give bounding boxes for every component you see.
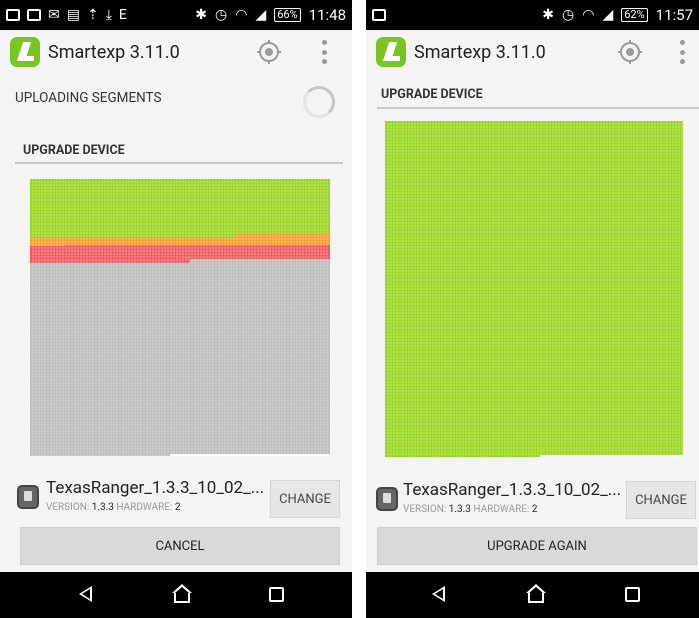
status-bar: ✉ ▤ ⇡ ⤓ E ✱ ◷ ◠ ◢ 66% 11:48 — [0, 0, 352, 30]
recent-apps-icon[interactable] — [269, 587, 284, 602]
section-divider — [377, 107, 699, 109]
home-icon[interactable] — [172, 584, 192, 604]
wifi-icon: ◠ — [235, 7, 248, 23]
system-nav-bar — [0, 572, 352, 618]
wifi-icon: ◠ — [582, 7, 595, 23]
alarm-icon: ◷ — [215, 7, 228, 23]
status-time: 11:48 — [308, 6, 346, 24]
upgrade-again-button[interactable]: UPGRADE AGAIN — [377, 527, 697, 565]
battery-indicator: 62% — [621, 8, 648, 22]
locate-device-icon[interactable] — [257, 40, 281, 64]
version-value: 1.3.3 — [448, 504, 471, 515]
hardware-label: HARDWARE: — [473, 504, 530, 515]
segment-progress-grid — [385, 121, 683, 457]
section-divider — [15, 162, 343, 164]
version-value: 1.3.3 — [91, 502, 114, 513]
alarm-icon: ◷ — [562, 7, 575, 23]
phone-screen-uploading: ✉ ▤ ⇡ ⤓ E ✱ ◷ ◠ ◢ 66% 11:48 Smartexp 3.1… — [0, 0, 352, 618]
back-icon[interactable] — [79, 586, 92, 602]
app-title: Smartexp 3.11.0 — [48, 41, 180, 63]
signal-icon: ◢ — [602, 7, 614, 23]
back-icon[interactable] — [432, 586, 445, 602]
section-title: UPGRADE DEVICE — [381, 87, 483, 102]
bluetooth-icon: ✱ — [542, 7, 554, 23]
document-icon: ▤ — [66, 7, 80, 23]
upload-status-text: UPLOADING SEGMENTS — [15, 90, 162, 106]
signal-icon: ◢ — [255, 7, 267, 23]
segment-progress-grid — [30, 179, 330, 456]
firmware-file-name: TexasRanger_1.3.3_10_02_... — [403, 480, 622, 500]
system-nav-bar — [366, 572, 699, 618]
cancel-button[interactable]: CANCEL — [20, 527, 340, 565]
gallery-icon — [27, 9, 41, 21]
version-label: VERSION: — [46, 502, 90, 513]
recent-apps-icon[interactable] — [625, 587, 640, 602]
download-icon: ⤓ — [105, 7, 112, 23]
home-icon[interactable] — [526, 584, 546, 604]
firmware-file-icon — [376, 487, 398, 511]
bluetooth-icon: ✱ — [195, 7, 207, 23]
app-logo-icon — [376, 37, 406, 67]
firmware-file-icon — [17, 485, 39, 509]
phone-screen-complete: ✱ ◷ ◠ ◢ 62% 11:57 Smartexp 3.11.0 UPGRAD… — [366, 0, 699, 618]
e-icon: E — [118, 7, 127, 23]
hardware-value: 2 — [531, 504, 538, 515]
app-bar: Smartexp 3.11.0 — [366, 30, 699, 74]
overflow-menu-icon[interactable] — [322, 40, 328, 64]
app-bar: Smartexp 3.11.0 — [0, 30, 352, 74]
locate-device-icon[interactable] — [618, 40, 642, 64]
email-icon: ✉ — [48, 7, 60, 23]
section-title: UPGRADE DEVICE — [23, 143, 125, 158]
status-time: 11:57 — [655, 6, 693, 24]
firmware-file-name: TexasRanger_1.3.3_10_02_... — [46, 478, 265, 498]
hardware-label: HARDWARE: — [116, 502, 173, 513]
loading-spinner — [303, 86, 335, 118]
change-firmware-button[interactable]: CHANGE — [270, 480, 340, 518]
notification-icon — [6, 9, 20, 21]
status-bar: ✱ ◷ ◠ ◢ 62% 11:57 — [366, 0, 699, 30]
overflow-menu-icon[interactable] — [680, 40, 686, 64]
upload-icon: ⇡ — [86, 7, 99, 23]
version-label: VERSION: — [403, 504, 447, 515]
app-logo-icon — [10, 37, 40, 67]
firmware-file-meta: VERSION: 1.3.3 HARDWARE: 2 — [403, 504, 537, 515]
battery-indicator: 66% — [274, 8, 301, 22]
firmware-file-meta: VERSION: 1.3.3 HARDWARE: 2 — [46, 502, 180, 513]
change-firmware-button[interactable]: CHANGE — [626, 481, 696, 519]
gallery-icon — [372, 9, 386, 21]
app-title: Smartexp 3.11.0 — [414, 41, 546, 63]
hardware-value: 2 — [174, 502, 181, 513]
